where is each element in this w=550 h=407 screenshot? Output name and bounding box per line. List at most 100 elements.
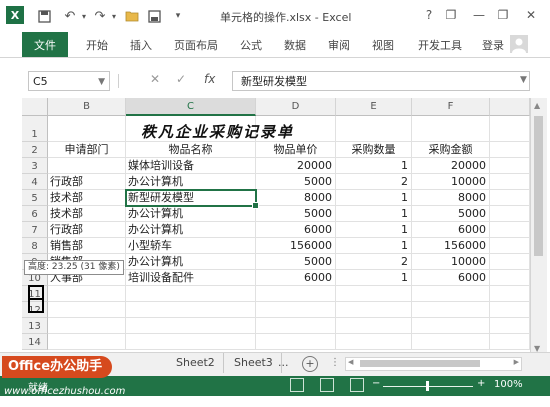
cell-b4[interactable]: 行政部 (48, 174, 126, 190)
row-header-13[interactable]: 13 (22, 318, 48, 334)
cell-d13[interactable] (256, 318, 336, 334)
insert-function-icon[interactable]: fx (204, 72, 215, 86)
cell-e2[interactable]: 采购数量 (336, 142, 412, 158)
cell-b12[interactable] (48, 302, 126, 318)
cell-filler[interactable] (490, 116, 530, 142)
cell-filler[interactable] (490, 158, 530, 174)
close-button[interactable]: ✕ (520, 6, 542, 24)
cell-e13[interactable] (336, 318, 412, 334)
cell-f10[interactable]: 6000 (412, 270, 490, 286)
save-as-icon[interactable] (146, 8, 162, 24)
cell-f3[interactable]: 20000 (412, 158, 490, 174)
cell-d7[interactable]: 6000 (256, 222, 336, 238)
cell-f8[interactable]: 156000 (412, 238, 490, 254)
normal-view-icon[interactable] (290, 378, 304, 392)
cell-c12[interactable] (126, 302, 256, 318)
tab-page-layout[interactable]: 页面布局 (174, 37, 218, 53)
cell-f4[interactable]: 10000 (412, 174, 490, 190)
cell-filler[interactable] (490, 222, 530, 238)
avatar-icon[interactable] (510, 35, 528, 53)
column-header-c[interactable]: C (126, 98, 256, 116)
page-break-preview-icon[interactable] (350, 378, 364, 392)
cell-b1[interactable] (48, 116, 126, 142)
column-header-b[interactable]: B (48, 98, 126, 116)
tab-scroll-divider-icon[interactable]: ⋮ (330, 357, 340, 368)
scroll-right-icon[interactable]: ▶ (514, 358, 519, 366)
cell-c14[interactable] (126, 334, 256, 350)
cell-c8[interactable]: 小型轿车 (126, 238, 256, 254)
worksheet-grid[interactable]: B C D E F 1 2 申请部门 物品名称 物品单价 采购数量 采购金额 3 媒体培训设备 20000 1… (22, 98, 530, 356)
column-header-e[interactable]: E (336, 98, 412, 116)
cell-b14[interactable] (48, 334, 126, 350)
cell-b11[interactable] (48, 286, 126, 302)
cell-d4[interactable]: 5000 (256, 174, 336, 190)
cell-f5[interactable]: 8000 (412, 190, 490, 206)
cancel-icon[interactable]: ✕ (150, 72, 160, 86)
formula-input[interactable]: 新型研发模型 (232, 71, 530, 91)
cell-b8[interactable]: 销售部 (48, 238, 126, 254)
redo-dropdown-icon[interactable]: ▾ (106, 8, 122, 24)
zoom-out-button[interactable]: − (372, 378, 380, 389)
cell-f14[interactable] (412, 334, 490, 350)
tab-developer[interactable]: 开发工具 (418, 37, 462, 53)
tab-home[interactable]: 开始 (86, 37, 108, 53)
tab-sheet2[interactable]: Sheet2 (168, 353, 224, 373)
cell-d2[interactable]: 物品单价 (256, 142, 336, 158)
cell-filler[interactable] (490, 206, 530, 222)
fill-handle[interactable] (252, 202, 259, 209)
minimize-button[interactable]: — (468, 6, 490, 24)
cell-f11[interactable] (412, 286, 490, 302)
active-cell-selection[interactable] (125, 189, 259, 209)
vertical-scroll-thumb[interactable] (534, 116, 543, 256)
column-header-d[interactable]: D (256, 98, 336, 116)
cell-e14[interactable] (336, 334, 412, 350)
cell-e5[interactable]: 1 (336, 190, 412, 206)
expand-formula-bar-icon[interactable]: ▼ (520, 75, 527, 85)
tab-review[interactable]: 审阅 (328, 37, 350, 53)
row-header-7[interactable]: 7 (22, 222, 48, 238)
tab-data[interactable]: 数据 (284, 37, 306, 53)
cell-f1[interactable] (412, 116, 490, 142)
scroll-up-icon[interactable]: ▲ (534, 101, 540, 110)
cell-d8[interactable]: 156000 (256, 238, 336, 254)
tab-formulas[interactable]: 公式 (240, 37, 262, 53)
zoom-in-button[interactable]: + (477, 378, 485, 389)
cell-d12[interactable] (256, 302, 336, 318)
cell-d5[interactable]: 8000 (256, 190, 336, 206)
tab-view[interactable]: 视图 (372, 37, 394, 53)
cell-c6[interactable]: 办公计算机 (126, 206, 256, 222)
folder-open-icon[interactable] (124, 8, 140, 24)
cell-d3[interactable]: 20000 (256, 158, 336, 174)
row-header-5[interactable]: 5 (22, 190, 48, 206)
cell-c3[interactable]: 媒体培训设备 (126, 158, 256, 174)
cell-filler[interactable] (490, 302, 530, 318)
zoom-slider-thumb[interactable] (426, 381, 429, 391)
row-header-14[interactable]: 14 (22, 334, 48, 350)
name-box[interactable]: C5 ▼ (28, 71, 110, 91)
cell-e12[interactable] (336, 302, 412, 318)
column-header-f[interactable]: F (412, 98, 490, 116)
ribbon-display-options-icon[interactable]: ❐ (440, 6, 462, 24)
zoom-level[interactable]: 100% (494, 379, 523, 390)
row-header-6[interactable]: 6 (22, 206, 48, 222)
more-sheets-button[interactable]: ... (276, 353, 291, 373)
row-header-8[interactable]: 8 (22, 238, 48, 254)
enter-icon[interactable]: ✓ (176, 72, 186, 86)
cell-f7[interactable]: 6000 (412, 222, 490, 238)
cell-d14[interactable] (256, 334, 336, 350)
cell-f6[interactable]: 5000 (412, 206, 490, 222)
cell-c7[interactable]: 办公计算机 (126, 222, 256, 238)
chevron-down-icon[interactable]: ▼ (98, 72, 105, 92)
cell-c10[interactable]: 培训设备配件 (126, 270, 256, 286)
cell-d11[interactable] (256, 286, 336, 302)
cell-filler[interactable] (490, 270, 530, 286)
tab-sheet3[interactable]: Sheet3 (226, 353, 282, 373)
select-all-corner[interactable] (22, 98, 48, 116)
row-header-4[interactable]: 4 (22, 174, 48, 190)
cell-filler[interactable] (490, 286, 530, 302)
cell-e7[interactable]: 1 (336, 222, 412, 238)
horizontal-scrollbar[interactable]: ◀ ▶ (345, 357, 522, 371)
cell-e1[interactable] (336, 116, 412, 142)
cell-c11[interactable] (126, 286, 256, 302)
undo-dropdown-icon[interactable]: ▾ (76, 8, 92, 24)
